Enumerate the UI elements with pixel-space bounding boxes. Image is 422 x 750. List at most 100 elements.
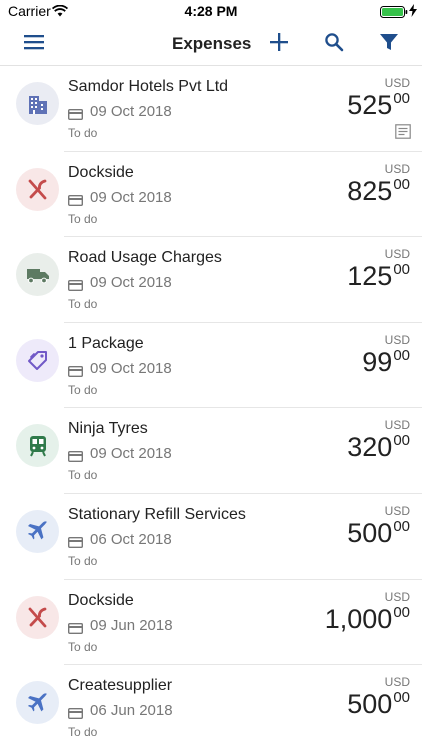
expense-status: To do (68, 639, 98, 654)
merchant-name: Road Usage Charges (68, 249, 222, 267)
expense-row[interactable]: 1 Package 09 Oct 2018 To do USD 9900 (0, 323, 422, 409)
expense-date: 09 Jun 2018 (90, 616, 173, 634)
credit-card-icon (67, 193, 84, 211)
currency-label: USD (384, 589, 410, 604)
category-avatar (16, 82, 59, 125)
expense-amount: 52500 (347, 90, 410, 121)
merchant-name: Samdor Hotels Pvt Ltd (68, 78, 229, 95)
expense-row[interactable]: Road Usage Charges 09 Oct 2018 To do USD… (0, 237, 422, 323)
expense-status: To do (68, 382, 98, 397)
credit-card-icon (67, 535, 84, 553)
hotel-icon (27, 93, 49, 115)
battery-icon (380, 5, 408, 23)
amount-whole: 99 (362, 346, 393, 377)
expense-status: To do (68, 725, 98, 740)
expense-date: 09 Oct 2018 (90, 274, 172, 292)
category-avatar (16, 253, 59, 297)
merchant-name: 1 Package (68, 334, 144, 352)
credit-card-icon (67, 621, 84, 639)
category-avatar (16, 681, 59, 725)
currency-label: USD (384, 247, 410, 262)
amount-whole: 500 (347, 517, 393, 548)
expense-amount: 50000 (347, 689, 410, 720)
expense-amount: 32000 (347, 432, 410, 463)
expense-row[interactable]: Dockside 09 Oct 2018 To do USD 82500 (0, 152, 422, 238)
category-avatar (16, 167, 59, 211)
expense-row[interactable]: Dockside 09 Jun 2018 To do USD 1,00000 (0, 580, 422, 666)
expense-row[interactable]: Ninja Tyres 09 Oct 2018 To do USD 32000 (0, 408, 422, 494)
amount-whole: 825 (347, 175, 393, 206)
credit-card-icon (67, 278, 84, 296)
category-avatar (16, 424, 59, 468)
meal-icon (27, 178, 49, 200)
expense-row[interactable]: Stationary Refill Services 06 Oct 2018 T… (0, 494, 422, 580)
credit-card-icon (67, 364, 84, 382)
credit-card-icon (67, 706, 84, 724)
menu-icon (24, 34, 44, 55)
status-bar: Carrier 4:28 PM (0, 0, 422, 22)
currency-label: USD (384, 332, 410, 347)
add-expense-button[interactable] (265, 30, 293, 58)
amount-decimals: 00 (393, 346, 410, 364)
merchant-name: Dockside (68, 163, 134, 181)
filter-icon (379, 32, 399, 57)
amount-whole: 125 (347, 261, 393, 292)
expense-status: To do (68, 468, 98, 483)
expense-amount: 1,00000 (325, 604, 410, 635)
merchant-name: Dockside (68, 591, 134, 609)
meal-icon (27, 606, 49, 628)
expense-status: To do (68, 211, 98, 226)
expense-row[interactable]: Createsupplier 06 Jun 2018 To do USD 500… (0, 665, 422, 750)
expense-row[interactable]: Samdor Hotels Pvt Ltd 09 Oct 2018 To do … (0, 66, 422, 152)
expense-status: To do (68, 126, 98, 140)
navigation-bar: Expenses (0, 22, 422, 66)
currency-label: USD (384, 503, 410, 518)
merchant-name: Stationary Refill Services (68, 505, 246, 523)
expense-date: 09 Oct 2018 (90, 188, 172, 206)
amount-whole: 1,000 (324, 603, 393, 634)
expense-date: 06 Jun 2018 (90, 702, 173, 720)
amount-decimals: 00 (393, 175, 410, 193)
amount-whole: 525 (347, 90, 393, 120)
filter-button[interactable] (375, 30, 403, 58)
expense-date: 09 Oct 2018 (90, 359, 172, 377)
menu-button[interactable] (20, 30, 48, 58)
page-title: Expenses (172, 34, 252, 53)
plus-icon (269, 32, 289, 57)
search-button[interactable] (320, 30, 348, 58)
merchant-name: Createsupplier (68, 677, 173, 695)
expense-date: 09 Oct 2018 (90, 103, 172, 120)
train-icon (28, 435, 48, 457)
receipt-icon (395, 124, 411, 144)
credit-card-icon (67, 107, 84, 125)
search-icon (324, 32, 344, 57)
amount-decimals: 00 (393, 432, 410, 450)
expense-date: 06 Oct 2018 (90, 530, 172, 548)
expense-amount: 82500 (347, 176, 410, 207)
amount-decimals: 00 (393, 603, 410, 621)
tag-icon (27, 349, 49, 371)
amount-decimals: 00 (393, 261, 410, 279)
currency-label: USD (384, 161, 410, 176)
expense-date: 09 Oct 2018 (90, 445, 172, 463)
status-time: 4:28 PM (184, 3, 238, 19)
credit-card-icon (67, 449, 84, 467)
amount-decimals: 00 (393, 517, 410, 535)
category-avatar (16, 509, 59, 553)
amount-whole: 320 (347, 432, 393, 463)
airplane-icon (26, 519, 50, 543)
expense-status: To do (68, 553, 98, 568)
amount-decimals: 00 (393, 689, 410, 707)
expense-amount: 12500 (347, 261, 410, 292)
category-avatar (16, 338, 59, 382)
charging-bolt-icon (409, 4, 417, 22)
category-avatar (16, 595, 59, 639)
currency-label: USD (384, 76, 410, 90)
merchant-name: Ninja Tyres (68, 420, 148, 438)
expense-amount: 50000 (347, 518, 410, 549)
amount-decimals: 00 (393, 90, 410, 107)
currency-label: USD (384, 418, 410, 433)
airplane-icon (26, 691, 50, 715)
expense-amount: 9900 (362, 347, 410, 378)
expense-status: To do (68, 297, 98, 312)
